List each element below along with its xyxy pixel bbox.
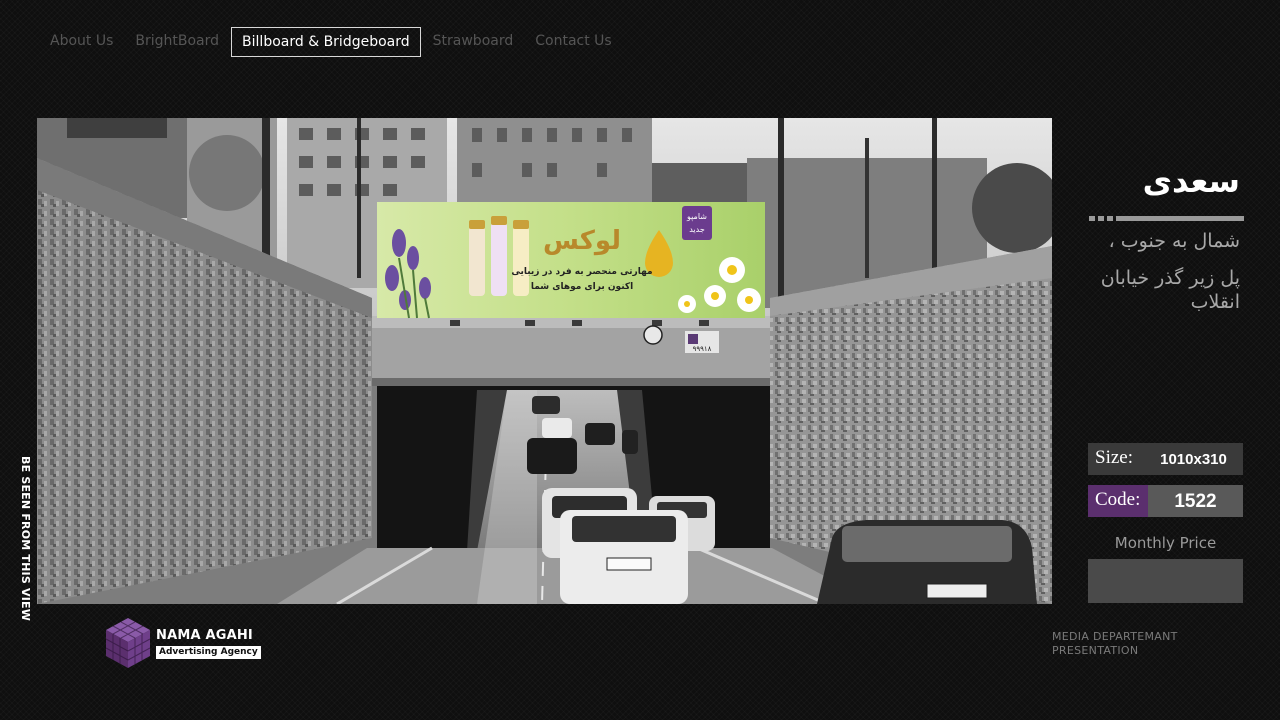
location-title: سعدی bbox=[1142, 162, 1240, 200]
ad-line1: مهارتی منحصر به فرد در زیبایی bbox=[511, 267, 652, 277]
cube-logo-icon bbox=[105, 618, 151, 668]
billboard-photo: شامپو جدید لوکس مهارتی منحصر به فرد در ز… bbox=[37, 118, 1052, 604]
side-view-label: BE SEEN FROM THIS VIEW bbox=[19, 456, 32, 622]
ad-badge-line2: جدید bbox=[689, 225, 705, 234]
footer-caption: MEDIA DEPARTEMANT PRESENTATION bbox=[1052, 630, 1178, 658]
monthly-price-label: Monthly Price bbox=[1114, 534, 1217, 552]
company-logo[interactable]: NAMA AGAHI Advertising Agency bbox=[104, 616, 261, 670]
nav-contact-us[interactable]: Contact Us bbox=[525, 27, 621, 57]
monthly-price-box bbox=[1088, 559, 1243, 603]
code-row: Code: 1522 bbox=[1088, 485, 1243, 517]
title-divider bbox=[1089, 216, 1244, 221]
size-value: 1010x310 bbox=[1144, 443, 1243, 475]
bridge-sign-number: ۹۹۹۱۸ bbox=[693, 345, 712, 353]
size-label: Size: bbox=[1088, 443, 1144, 475]
nav-brightboard[interactable]: BrightBoard bbox=[125, 27, 229, 57]
size-row: Size: 1010x310 bbox=[1088, 443, 1243, 475]
logo-tagline: Advertising Agency bbox=[156, 645, 261, 659]
ad-line2: اکنون برای موهای شما bbox=[531, 282, 633, 292]
nav-billboard-bridgeboard[interactable]: Billboard & Bridgeboard bbox=[231, 27, 421, 57]
nav-strawboard[interactable]: Strawboard bbox=[423, 27, 524, 57]
main-nav: About Us BrightBoard Billboard & Bridgeb… bbox=[40, 27, 624, 57]
code-value: 1522 bbox=[1148, 485, 1243, 517]
ad-badge-line1: شامپو bbox=[686, 212, 707, 221]
location-text: پل زیر گذر خیابان انقلاب bbox=[1100, 267, 1240, 313]
footer-caption-line1: MEDIA DEPARTEMANT bbox=[1052, 630, 1178, 643]
direction-text: شمال به جنوب ، bbox=[1108, 230, 1240, 252]
nav-about-us[interactable]: About Us bbox=[40, 27, 123, 57]
ad-brand: لوکس bbox=[543, 226, 621, 256]
logo-name: NAMA AGAHI bbox=[156, 627, 253, 643]
code-label: Code: bbox=[1088, 485, 1148, 517]
footer-caption-line2: PRESENTATION bbox=[1052, 644, 1139, 657]
